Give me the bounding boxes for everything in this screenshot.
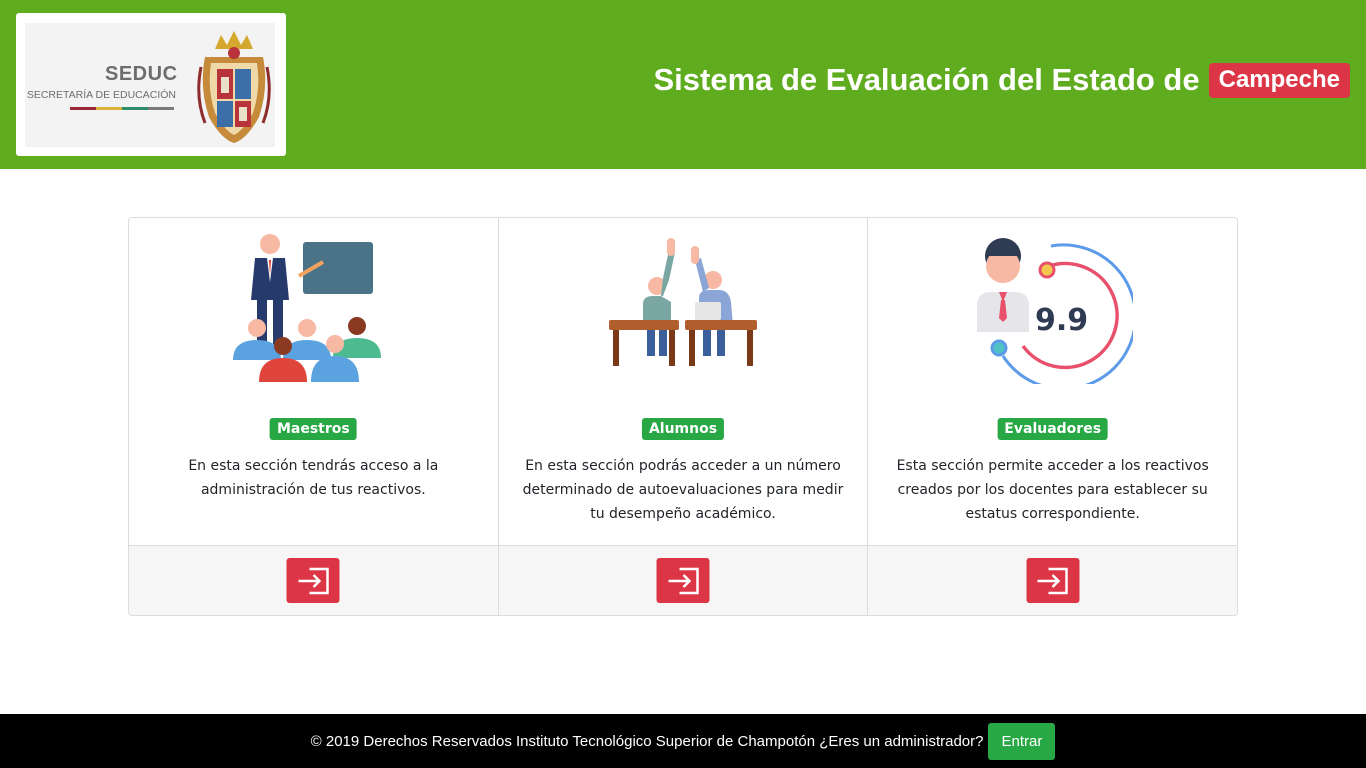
sign-in-icon xyxy=(298,567,329,594)
card-footer xyxy=(129,545,498,615)
evaluator-score-icon: 9.9 xyxy=(976,238,1133,384)
logo-color-bars xyxy=(70,107,174,110)
card-body: 9.9 Evaluadores Esta sección permite acc… xyxy=(868,218,1237,546)
students-raising-hands-icon xyxy=(609,238,757,366)
campeche-coat-of-arms-icon xyxy=(197,31,271,143)
card-description: En esta sección tendrás acceso a la admi… xyxy=(188,458,439,498)
card-label-evaluadores: Evaluadores xyxy=(997,418,1109,440)
enter-alumnos-button[interactable] xyxy=(656,558,710,603)
card-label-maestros: Maestros xyxy=(269,418,357,440)
logo-org-full: SECRETARÍA DE EDUCACIÓN xyxy=(26,89,176,101)
sign-in-icon xyxy=(668,567,699,594)
card-maestros: Maestros En esta sección tendrás acceso … xyxy=(129,218,499,615)
role-cards: Maestros En esta sección tendrás acceso … xyxy=(128,217,1238,616)
card-description: Esta sección permite acceder a los react… xyxy=(896,458,1209,522)
site-title: Sistema de Evaluación del Estado de Camp… xyxy=(653,62,1350,98)
card-footer xyxy=(868,545,1237,615)
copyright-text: © 2019 Derechos Reservados Instituto Tec… xyxy=(310,732,984,750)
logo-panel: SEDUC SECRETARÍA DE EDUCACIÓN xyxy=(25,23,275,147)
card-body: Maestros En esta sección tendrás acceso … xyxy=(129,218,498,546)
seduc-logo[interactable]: SEDUC SECRETARÍA DE EDUCACIÓN xyxy=(16,13,286,156)
enter-maestros-button[interactable] xyxy=(286,558,340,603)
card-footer xyxy=(498,545,868,615)
state-badge: Campeche xyxy=(1208,62,1350,98)
site-header: SEDUC SECRETARÍA DE EDUCACIÓN Sistema de… xyxy=(0,0,1366,169)
sign-in-icon xyxy=(1037,567,1068,594)
card-body: Alumnos En esta sección podrás acceder a… xyxy=(499,218,868,546)
svg-text:9.9: 9.9 xyxy=(1035,303,1088,338)
site-title-text: Sistema de Evaluación del Estado de xyxy=(653,62,1200,97)
enter-evaluadores-button[interactable] xyxy=(1026,558,1080,603)
teacher-classroom-icon xyxy=(233,234,382,382)
logo-org-short: SEDUC xyxy=(105,63,178,85)
card-description: En esta sección podrás acceder a un núme… xyxy=(522,458,844,522)
site-footer: © 2019 Derechos Reservados Instituto Tec… xyxy=(0,714,1366,768)
card-label-alumnos: Alumnos xyxy=(641,418,725,440)
card-evaluadores: 9.9 Evaluadores Esta sección permite acc… xyxy=(868,218,1237,615)
card-alumnos: Alumnos En esta sección podrás acceder a… xyxy=(498,218,869,615)
admin-login-button[interactable]: Entrar xyxy=(988,722,1056,760)
